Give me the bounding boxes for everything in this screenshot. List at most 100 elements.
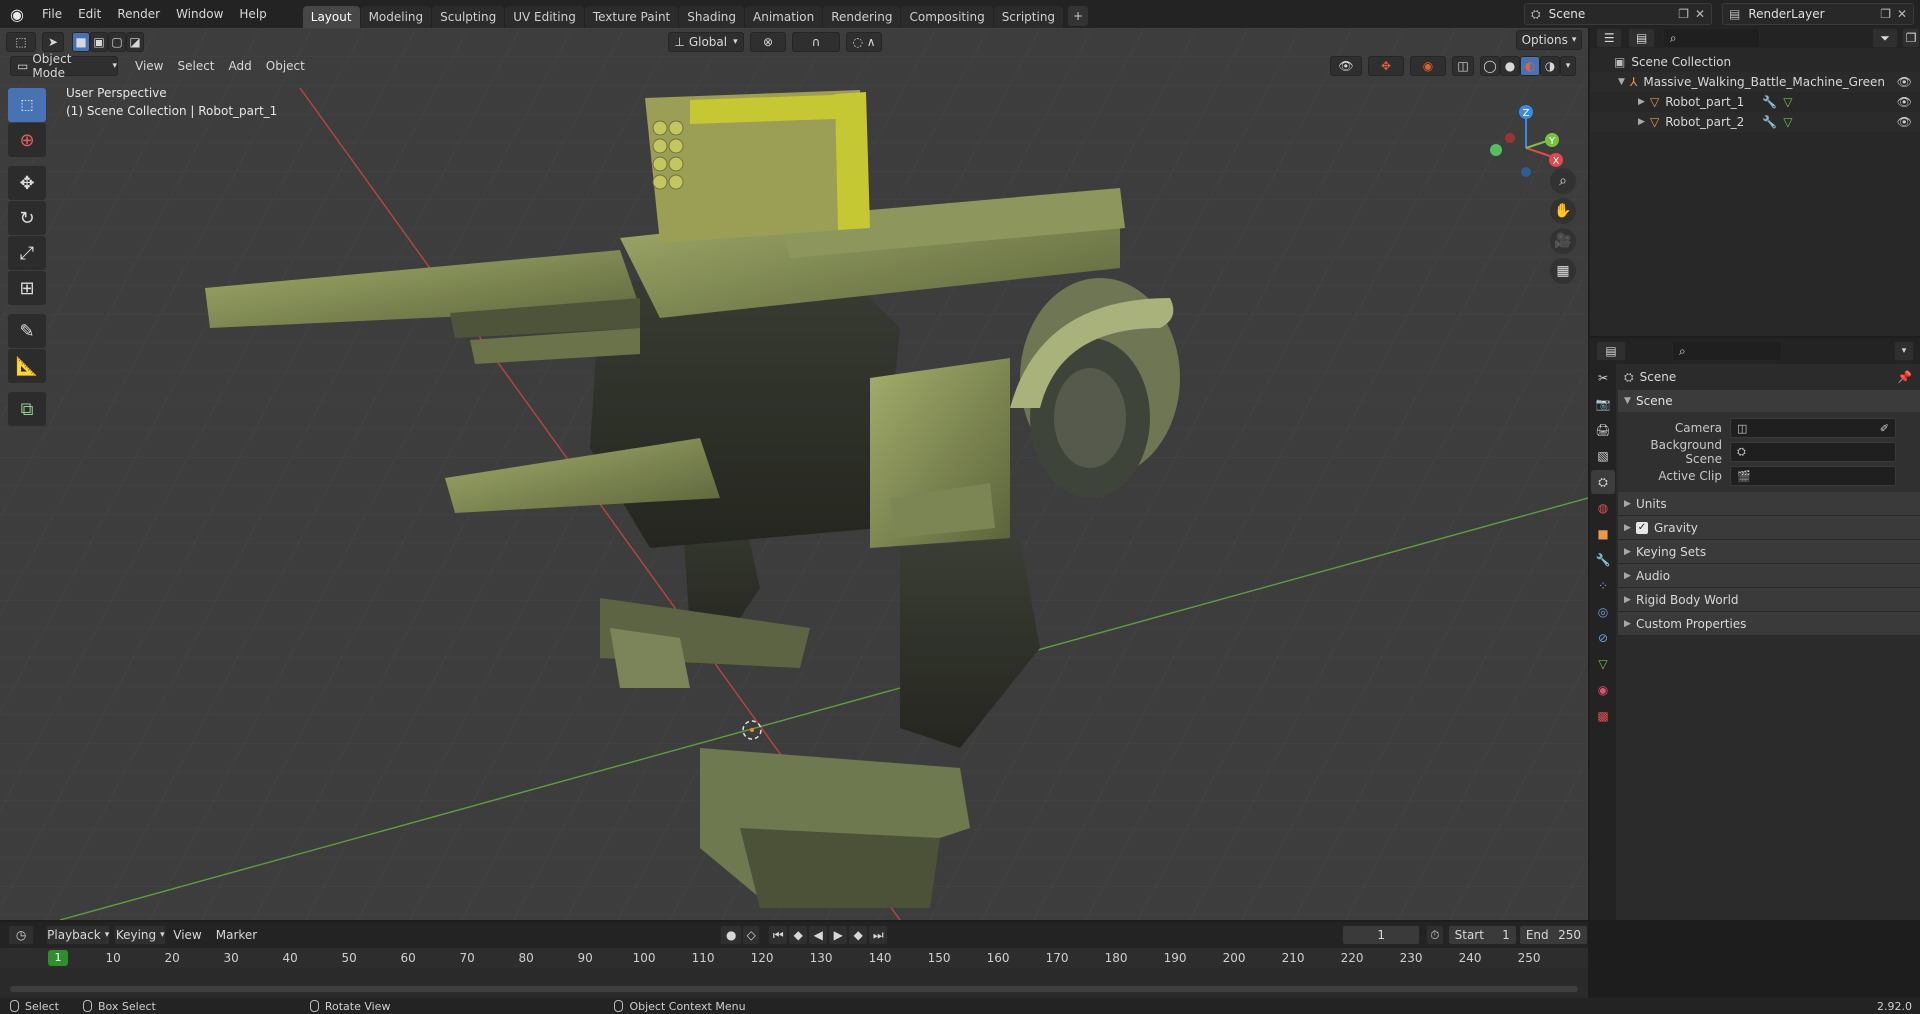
- panel-custom-properties[interactable]: ▶ Custom Properties: [1618, 612, 1920, 636]
- timeline-track-area[interactable]: [0, 968, 1588, 998]
- tab-physics[interactable]: ◎: [1591, 600, 1615, 624]
- expand-arrow-icon[interactable]: ▶: [1638, 97, 1650, 107]
- tab-uv-editing[interactable]: UV Editing: [505, 6, 584, 28]
- delete-scene-icon[interactable]: ✕: [1695, 7, 1705, 21]
- tab-view-layer[interactable]: ▧: [1591, 444, 1615, 468]
- zoom-view-button[interactable]: ⌕: [1550, 168, 1576, 194]
- prev-keyframe-button[interactable]: ◆: [788, 925, 809, 945]
- eye-icon[interactable]: 👁: [1897, 75, 1912, 89]
- playback-dropdown[interactable]: Playback ▾: [46, 925, 111, 945]
- tab-constraints[interactable]: ⊘: [1591, 626, 1615, 650]
- menu-render[interactable]: Render: [109, 0, 168, 28]
- pan-view-button[interactable]: ✋: [1550, 198, 1576, 224]
- tab-compositing[interactable]: Compositing: [901, 6, 993, 28]
- outliner-row-collection[interactable]: ▼ ⅄ Massive_Walking_Battle_Machine_Green…: [1590, 72, 1920, 92]
- select-box-tool[interactable]: ⬚: [8, 88, 46, 122]
- properties-options-button[interactable]: ▾: [1894, 341, 1914, 361]
- viewport-menu-object[interactable]: Object: [259, 59, 312, 73]
- add-cube-tool[interactable]: ⧉: [8, 392, 46, 426]
- scene-selector[interactable]: ⛭ Scene ❐ ✕: [1524, 3, 1712, 25]
- viewport-menu-select[interactable]: Select: [170, 59, 221, 73]
- visibility-button[interactable]: 👁: [1330, 56, 1362, 76]
- end-frame-field[interactable]: End 250: [1518, 925, 1588, 945]
- tab-sculpting[interactable]: Sculpting: [432, 6, 505, 28]
- editor-type-button[interactable]: ⬚: [6, 32, 36, 52]
- proportional-edit-button[interactable]: ◌ ∧: [846, 32, 882, 52]
- tab-modeling[interactable]: Modeling: [360, 6, 432, 28]
- eyedropper-icon[interactable]: ✐: [1880, 422, 1889, 435]
- keying-dropdown[interactable]: Keying ▾: [114, 925, 167, 945]
- timeline-menu-view[interactable]: View: [166, 928, 208, 942]
- neg-z-axis-handle[interactable]: [1521, 167, 1531, 177]
- gravity-checkbox[interactable]: ✓: [1636, 521, 1648, 534]
- new-scene-icon[interactable]: ❐: [1678, 7, 1689, 21]
- eye-icon[interactable]: 👁: [1897, 95, 1912, 109]
- pin-icon[interactable]: 📌: [1897, 370, 1912, 384]
- display-mode-button[interactable]: ▤: [1628, 28, 1655, 48]
- new-collection-button[interactable]: ❐: [1902, 28, 1920, 48]
- select-new-button[interactable]: ■: [72, 32, 90, 52]
- scale-tool[interactable]: ⤢: [8, 236, 46, 270]
- xray-toggle-button[interactable]: ◫: [1452, 56, 1474, 76]
- annotate-tool[interactable]: ✎: [8, 314, 46, 348]
- timeline-scrollbar[interactable]: [10, 986, 1578, 992]
- panel-keying-sets[interactable]: ▶ Keying Sets: [1618, 540, 1920, 564]
- next-keyframe-button[interactable]: ◆: [848, 925, 869, 945]
- outliner-row-robot-part-1[interactable]: ▶ ▽ Robot_part_1 🔧 ▽ 👁: [1590, 92, 1920, 112]
- panel-units[interactable]: ▶ Units: [1618, 492, 1920, 516]
- options-dropdown[interactable]: Options ▾: [1516, 30, 1582, 50]
- outliner-editor-type-button[interactable]: ☰: [1596, 28, 1623, 48]
- rotate-tool[interactable]: ↻: [8, 201, 46, 235]
- select-tool-button[interactable]: ➤: [42, 32, 64, 52]
- tab-object[interactable]: ■: [1591, 522, 1615, 546]
- tab-scripting[interactable]: Scripting: [993, 6, 1064, 28]
- play-reverse-button[interactable]: ◀: [808, 925, 829, 945]
- tab-data[interactable]: ▽: [1591, 652, 1615, 676]
- active-clip-field[interactable]: 🎬: [1730, 466, 1896, 486]
- neg-y-axis-handle[interactable]: [1490, 144, 1502, 156]
- render-layer-selector[interactable]: ▤ RenderLayer ❐ ✕: [1722, 3, 1914, 25]
- rendered-shading-button[interactable]: ◑: [1540, 56, 1560, 76]
- move-tool[interactable]: ✥: [8, 166, 46, 200]
- tab-scene[interactable]: ⛭: [1591, 470, 1615, 494]
- panel-scene-header[interactable]: ▼ Scene: [1618, 390, 1920, 412]
- expand-arrow-icon[interactable]: ▼: [1618, 77, 1630, 87]
- tab-tool[interactable]: ✂: [1591, 366, 1615, 390]
- properties-search-input[interactable]: ⌕: [1672, 341, 1782, 361]
- panel-audio[interactable]: ▶ Audio: [1618, 564, 1920, 588]
- material-shading-button[interactable]: ◐: [1520, 56, 1540, 76]
- current-frame-field[interactable]: 1: [1342, 925, 1421, 945]
- outliner-row-robot-part-2[interactable]: ▶ ▽ Robot_part_2 🔧 ▽ 👁: [1590, 112, 1920, 132]
- tab-texture-paint[interactable]: Texture Paint: [584, 6, 679, 28]
- tab-texture[interactable]: ▩: [1591, 704, 1615, 728]
- gizmo-toggle-button[interactable]: ✥: [1368, 56, 1404, 76]
- timeline-ruler[interactable]: 1 10 20 30 40 50 60 70 80 90 100 110 120 130 140 150 160…: [0, 948, 1588, 968]
- new-layer-icon[interactable]: ❐: [1880, 7, 1891, 21]
- timeline-editor-type-button[interactable]: ◷: [8, 925, 35, 945]
- cursor-tool[interactable]: ⊕: [8, 123, 46, 157]
- blender-logo-icon[interactable]: ◉: [0, 0, 34, 28]
- preview-range-button[interactable]: ⏱: [1426, 925, 1444, 945]
- camera-field[interactable]: ◫ ✐: [1730, 418, 1896, 438]
- tab-particles[interactable]: ⁘: [1591, 574, 1615, 598]
- add-workspace-button[interactable]: +: [1068, 6, 1089, 26]
- filter-button[interactable]: ⏷: [1871, 28, 1899, 48]
- measure-tool[interactable]: 📐: [8, 349, 46, 383]
- panel-gravity[interactable]: ▶ ✓ Gravity: [1618, 516, 1920, 540]
- outliner-search-input[interactable]: ⌕: [1662, 28, 1760, 48]
- tab-world[interactable]: ◍: [1591, 496, 1615, 520]
- auto-keying-button[interactable]: ●: [720, 925, 743, 945]
- menu-file[interactable]: File: [34, 0, 70, 28]
- transform-orientation-dropdown[interactable]: ⊥ Global ▾: [668, 32, 744, 52]
- tab-output[interactable]: 🖨: [1591, 418, 1615, 442]
- select-invert-button[interactable]: ◪: [126, 32, 144, 52]
- transform-tool[interactable]: ⊞: [8, 271, 46, 305]
- menu-help[interactable]: Help: [231, 0, 274, 28]
- jump-start-button[interactable]: ⏮: [768, 925, 789, 945]
- camera-view-button[interactable]: 🎥: [1550, 228, 1576, 254]
- menu-edit[interactable]: Edit: [70, 0, 109, 28]
- 3d-viewport[interactable]: ⬚ ➤ ■ ▣ ▢ ◪ ▭ Object Mode ▾ View Select …: [0, 28, 1588, 920]
- expand-arrow-icon[interactable]: ▶: [1638, 117, 1650, 127]
- tab-modifiers[interactable]: 🔧: [1591, 548, 1615, 572]
- background-scene-field[interactable]: ⛭: [1730, 442, 1896, 462]
